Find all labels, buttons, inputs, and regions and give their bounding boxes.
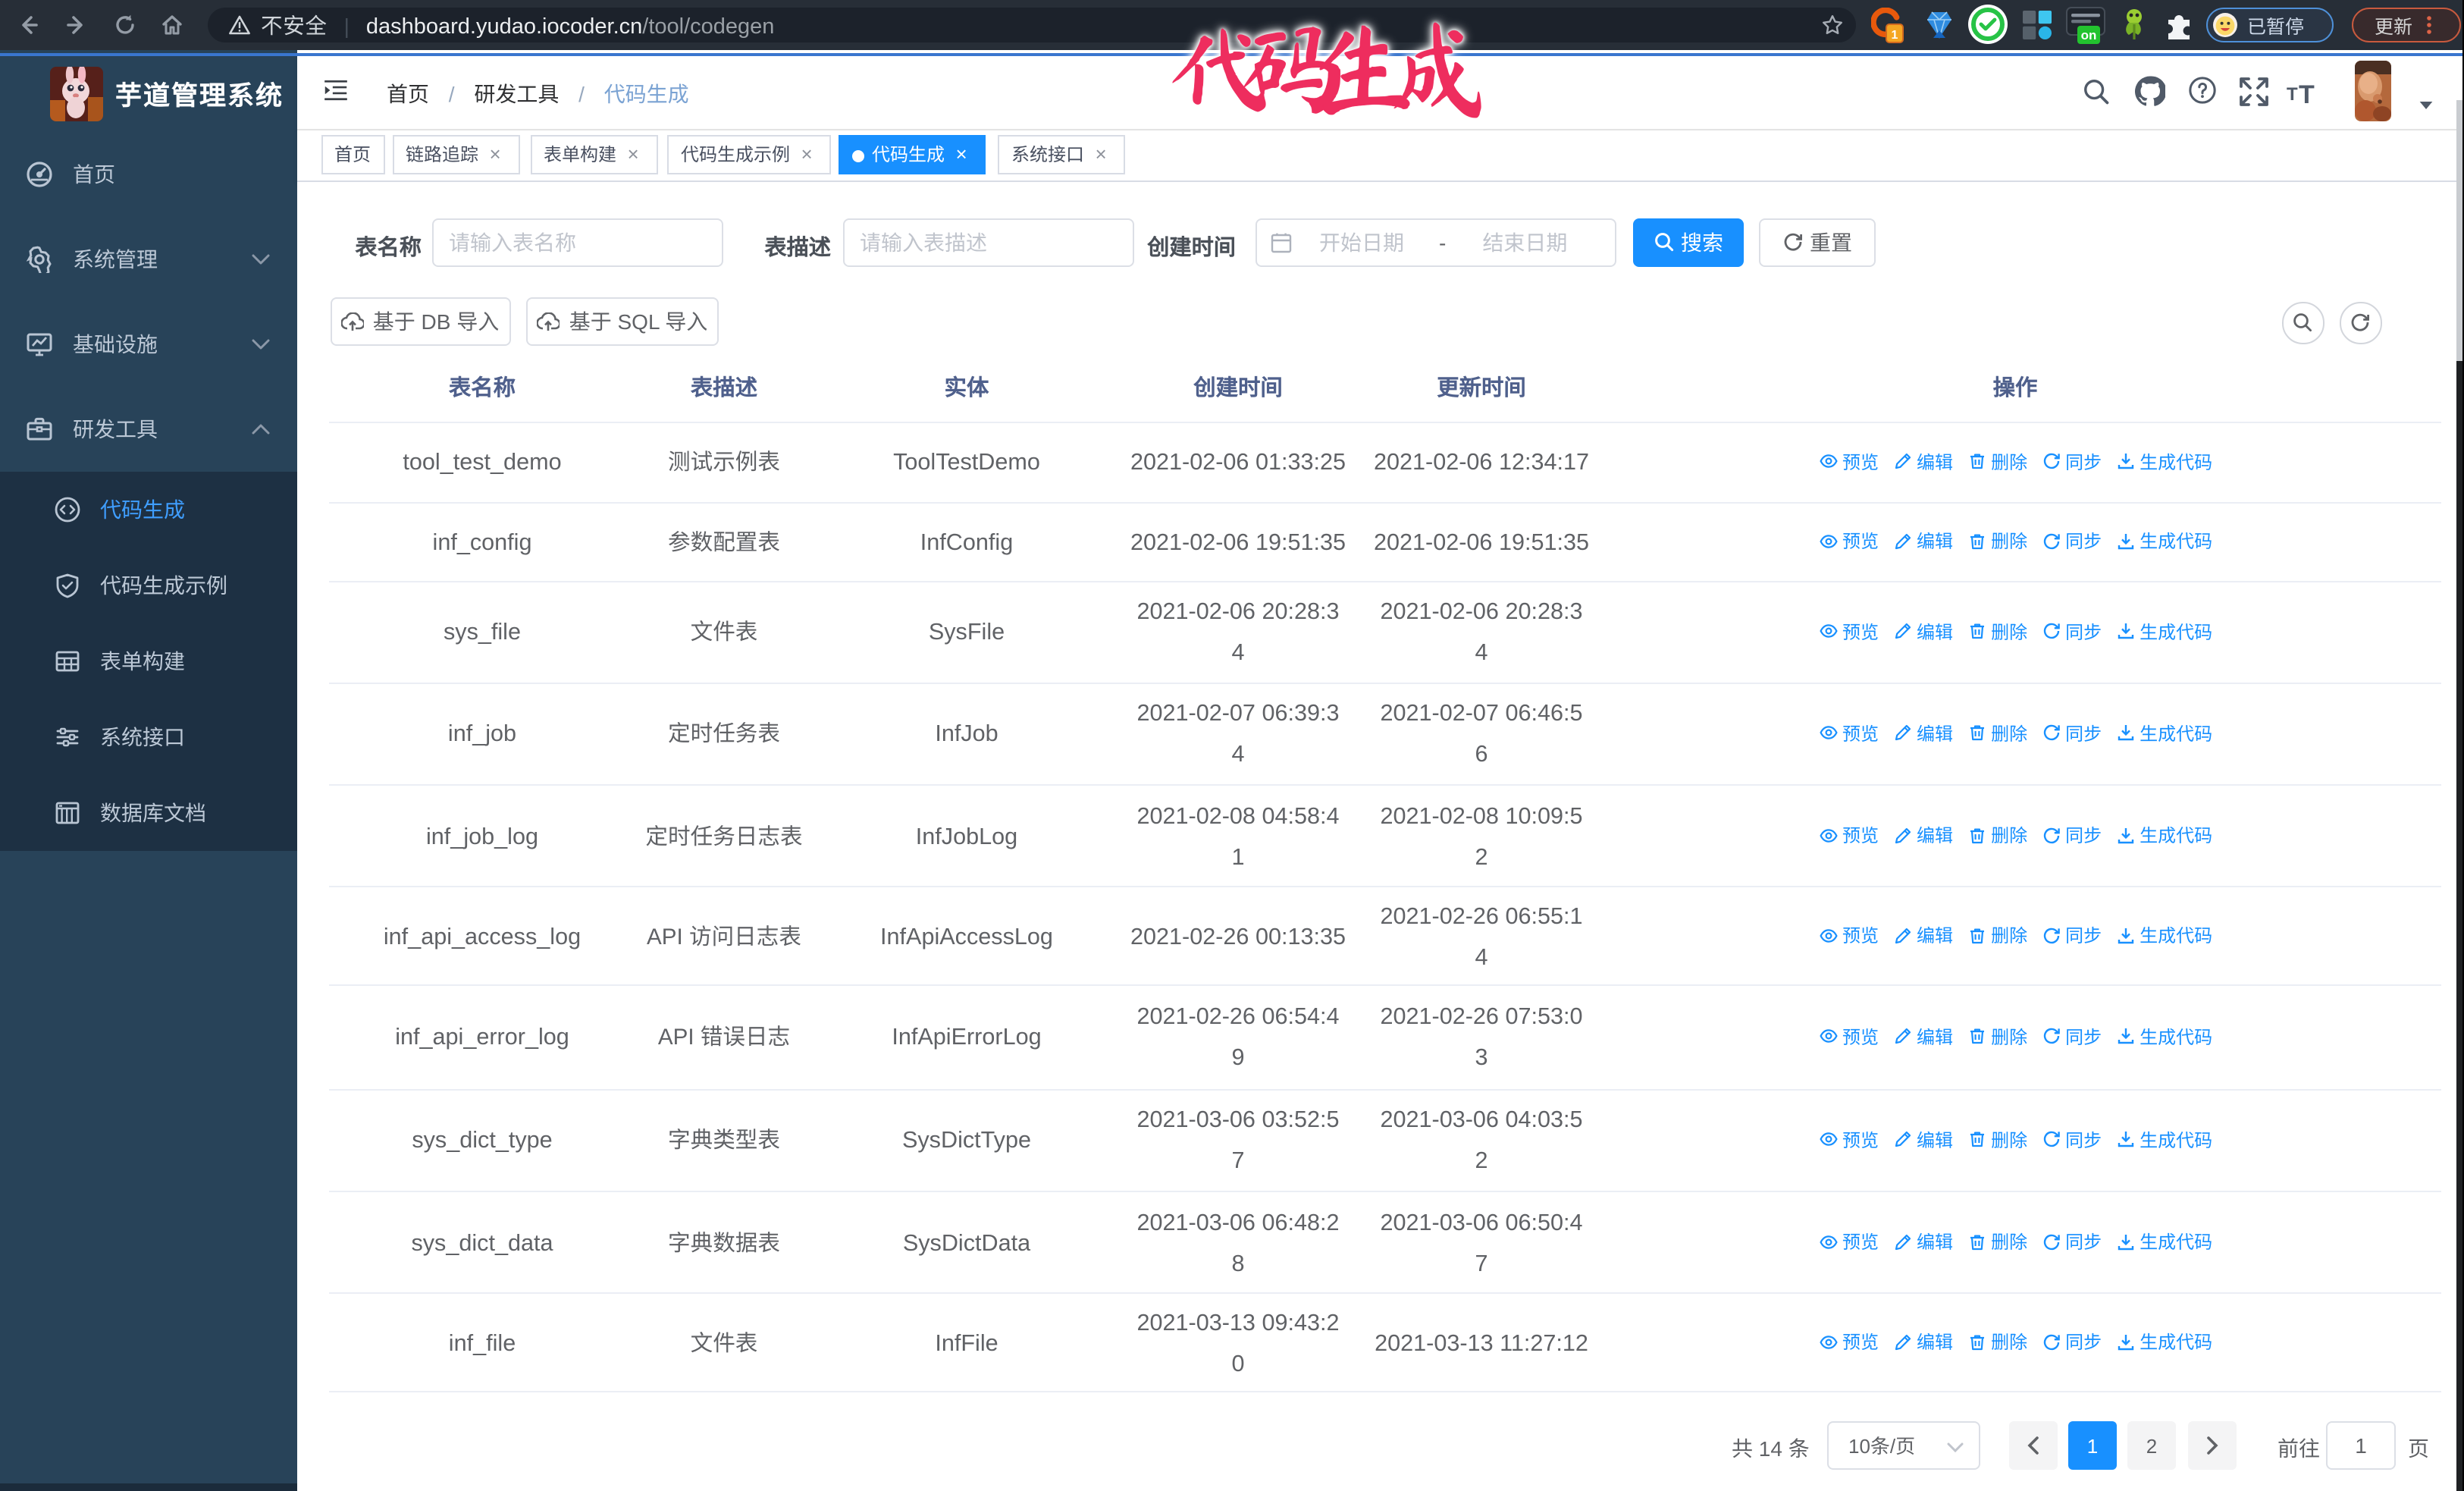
svg-text:on: on — [2081, 24, 2097, 43]
svg-text:T: T — [2287, 83, 2298, 104]
svg-text:T: T — [2299, 80, 2315, 105]
